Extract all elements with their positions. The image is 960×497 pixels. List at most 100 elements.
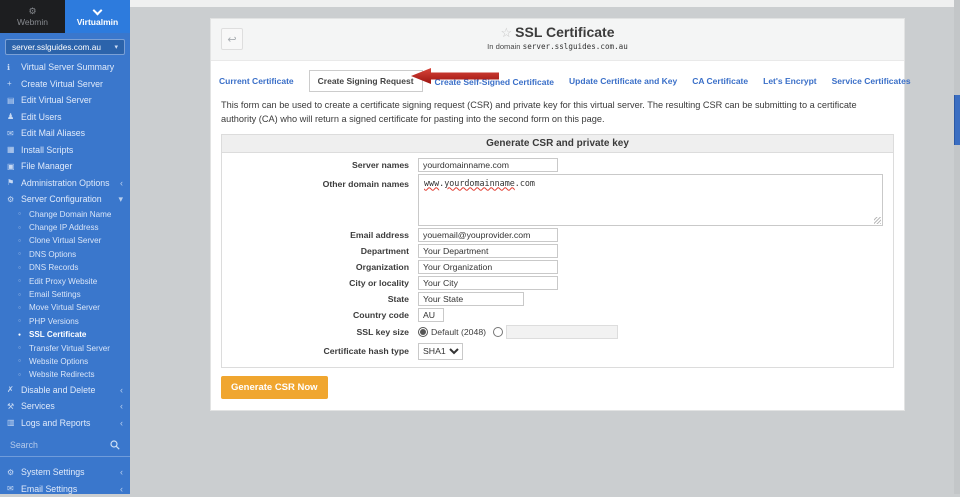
subitem-label: Clone Virtual Server bbox=[29, 236, 101, 245]
other-domain-names-textarea[interactable]: www.yourdomainname.com bbox=[418, 174, 883, 226]
tab-create-self-signed-certificate[interactable]: Create Self-Signed Certificate bbox=[435, 77, 555, 87]
sidebar-item-disable-and-delete[interactable]: ✗ Disable and Delete ‹ bbox=[0, 382, 130, 399]
textarea-text: yourdomainname bbox=[444, 178, 515, 188]
key-size-custom-radio[interactable] bbox=[493, 327, 503, 337]
tab-ca-certificate[interactable]: CA Certificate bbox=[692, 76, 748, 86]
field-label: Country code bbox=[222, 308, 418, 322]
sidebar-subitem-website-redirects[interactable]: ○Website Redirects bbox=[0, 368, 130, 381]
tools-icon: ⚒ bbox=[7, 402, 21, 411]
bullet-active-icon: ● bbox=[18, 332, 29, 338]
server-select-value: server.sslguides.com.au bbox=[12, 42, 101, 52]
form-section-title: Generate CSR and private key bbox=[222, 135, 893, 153]
subitem-label: Change Domain Name bbox=[29, 210, 111, 219]
country-code-input[interactable] bbox=[418, 308, 444, 322]
sidebar-subitem-edit-proxy-website[interactable]: ○Edit Proxy Website bbox=[0, 274, 130, 287]
field-label: Email address bbox=[222, 228, 418, 242]
field-label: Organization bbox=[222, 260, 418, 274]
back-button[interactable]: ↩ bbox=[221, 28, 243, 50]
tab-virtualmin-label: Virtualmin bbox=[77, 17, 118, 27]
sidebar-item-label: Edit Users bbox=[21, 112, 62, 122]
subitem-label: SSL Certificate bbox=[29, 330, 86, 339]
generate-csr-button[interactable]: Generate CSR Now bbox=[221, 376, 328, 399]
sidebar: ⚙ Webmin Virtualmin server.sslguides.com… bbox=[0, 0, 130, 494]
sidebar-subitem-email-settings[interactable]: ○Email Settings bbox=[0, 288, 130, 301]
sidebar-item-label: Logs and Reports bbox=[21, 418, 90, 428]
chevron-collapsed-icon: ‹ bbox=[120, 385, 123, 395]
tab-wrap: Create Self-Signed Certificate bbox=[435, 72, 570, 90]
bullet-icon: ○ bbox=[18, 225, 29, 231]
search-input[interactable] bbox=[10, 440, 102, 450]
sidebar-item-label: Install Scripts bbox=[21, 145, 73, 155]
email-address-input[interactable] bbox=[418, 228, 558, 242]
field-label: City or locality bbox=[222, 276, 418, 290]
sidebar-item-install-scripts[interactable]: ▦ Install Scripts bbox=[0, 142, 130, 159]
sidebar-item-email-settings[interactable]: ✉ Email Settings ‹ bbox=[0, 481, 130, 497]
server-select-dropdown[interactable]: server.sslguides.com.au ▾ bbox=[5, 39, 125, 55]
tab-webmin[interactable]: ⚙ Webmin bbox=[0, 0, 65, 33]
domain-prefix: In domain bbox=[487, 42, 520, 51]
sidebar-subitem-move-virtual-server[interactable]: ○Move Virtual Server bbox=[0, 301, 130, 314]
submit-row: Generate CSR Now bbox=[211, 368, 904, 410]
scrollbar-thumb[interactable] bbox=[954, 95, 960, 145]
bullet-icon: ○ bbox=[18, 278, 29, 284]
gear-icon: ⚙ bbox=[7, 195, 21, 204]
sidebar-subitem-transfer-virtual-server[interactable]: ○Transfer Virtual Server bbox=[0, 341, 130, 354]
sidebar-mode-tabs: ⚙ Webmin Virtualmin bbox=[0, 0, 130, 33]
sidebar-item-edit-virtual-server[interactable]: ▤ Edit Virtual Server bbox=[0, 92, 130, 109]
resize-handle[interactable] bbox=[874, 217, 881, 224]
tab-current-certificate[interactable]: Current Certificate bbox=[219, 76, 294, 86]
sidebar-subitem-website-options[interactable]: ○Website Options bbox=[0, 355, 130, 368]
hash-type-select[interactable]: SHA1 bbox=[418, 343, 463, 360]
sidebar-subitem-dns-options[interactable]: ○DNS Options bbox=[0, 248, 130, 261]
field-label: Department bbox=[222, 244, 418, 258]
state-input[interactable] bbox=[418, 292, 524, 306]
sidebar-item-file-manager[interactable]: ▣ File Manager bbox=[0, 158, 130, 175]
sidebar-subitem-dns-records[interactable]: ○DNS Records bbox=[0, 261, 130, 274]
server-configuration-submenu: ○Change Domain Name ○Change IP Address ○… bbox=[0, 208, 130, 382]
sidebar-item-label: Edit Virtual Server bbox=[21, 95, 92, 105]
sidebar-item-administration-options[interactable]: ⚑ Administration Options ‹ bbox=[0, 175, 130, 192]
tab-bar: Current Certificate Create Signing Reque… bbox=[211, 61, 904, 97]
gear-icon: ⚙ bbox=[7, 468, 21, 477]
sidebar-subitem-ssl-certificate[interactable]: ●SSL Certificate bbox=[0, 328, 130, 341]
domain-value: server.sslguides.com.au bbox=[523, 42, 628, 51]
form-row-state: State bbox=[222, 291, 893, 307]
subitem-label: Move Virtual Server bbox=[29, 303, 100, 312]
package-icon: ▦ bbox=[7, 145, 21, 154]
bullet-icon: ○ bbox=[18, 358, 29, 364]
sidebar-item-server-configuration[interactable]: ⚙ Server Configuration ▾ bbox=[0, 191, 130, 208]
sidebar-item-edit-mail-aliases[interactable]: ✉ Edit Mail Aliases bbox=[0, 125, 130, 142]
sidebar-item-edit-users[interactable]: ♟ Edit Users bbox=[0, 109, 130, 126]
sidebar-item-create-virtual-server[interactable]: + Create Virtual Server bbox=[0, 76, 130, 93]
field-label: Certificate hash type bbox=[222, 344, 418, 358]
sidebar-subitem-php-versions[interactable]: ○PHP Versions bbox=[0, 315, 130, 328]
envelope-icon: ✉ bbox=[7, 129, 21, 138]
server-icon: ▤ bbox=[7, 96, 21, 105]
tab-update-certificate-and-key[interactable]: Update Certificate and Key bbox=[569, 76, 677, 86]
department-input[interactable] bbox=[418, 244, 558, 258]
key-size-default-radio[interactable] bbox=[418, 327, 428, 337]
sidebar-subitem-change-domain-name[interactable]: ○Change Domain Name bbox=[0, 208, 130, 221]
sidebar-subitem-clone-virtual-server[interactable]: ○Clone Virtual Server bbox=[0, 234, 130, 247]
organization-input[interactable] bbox=[418, 260, 558, 274]
form-row-other-domain-names: Other domain names www.yourdomainname.co… bbox=[222, 173, 893, 227]
tab-service-certificates[interactable]: Service Certificates bbox=[832, 76, 911, 86]
scrollbar-track[interactable] bbox=[954, 0, 960, 494]
sidebar-item-services[interactable]: ⚒ Services ‹ bbox=[0, 398, 130, 415]
sidebar-item-label: Create Virtual Server bbox=[21, 79, 103, 89]
form-row-country-code: Country code bbox=[222, 307, 893, 323]
sidebar-item-system-settings[interactable]: ⚙ System Settings ‹ bbox=[0, 464, 130, 481]
tab-virtualmin[interactable]: Virtualmin bbox=[65, 0, 130, 33]
sidebar-item-logs-and-reports[interactable]: ▥ Logs and Reports ‹ bbox=[0, 415, 130, 432]
key-size-custom-input[interactable] bbox=[506, 325, 618, 339]
bullet-icon: ○ bbox=[18, 211, 29, 217]
city-input[interactable] bbox=[418, 276, 558, 290]
title-wrap: ☆SSL Certificate In domain server.sslgui… bbox=[211, 19, 904, 51]
sidebar-item-virtual-server-summary[interactable]: ℹ Virtual Server Summary bbox=[0, 59, 130, 76]
sidebar-subitem-change-ip-address[interactable]: ○Change IP Address bbox=[0, 221, 130, 234]
server-names-input[interactable] bbox=[418, 158, 558, 172]
star-icon[interactable]: ☆ bbox=[501, 25, 513, 40]
search-icon bbox=[110, 440, 120, 450]
tab-create-signing-request[interactable]: Create Signing Request bbox=[309, 70, 423, 92]
tab-lets-encrypt[interactable]: Let's Encrypt bbox=[763, 76, 817, 86]
